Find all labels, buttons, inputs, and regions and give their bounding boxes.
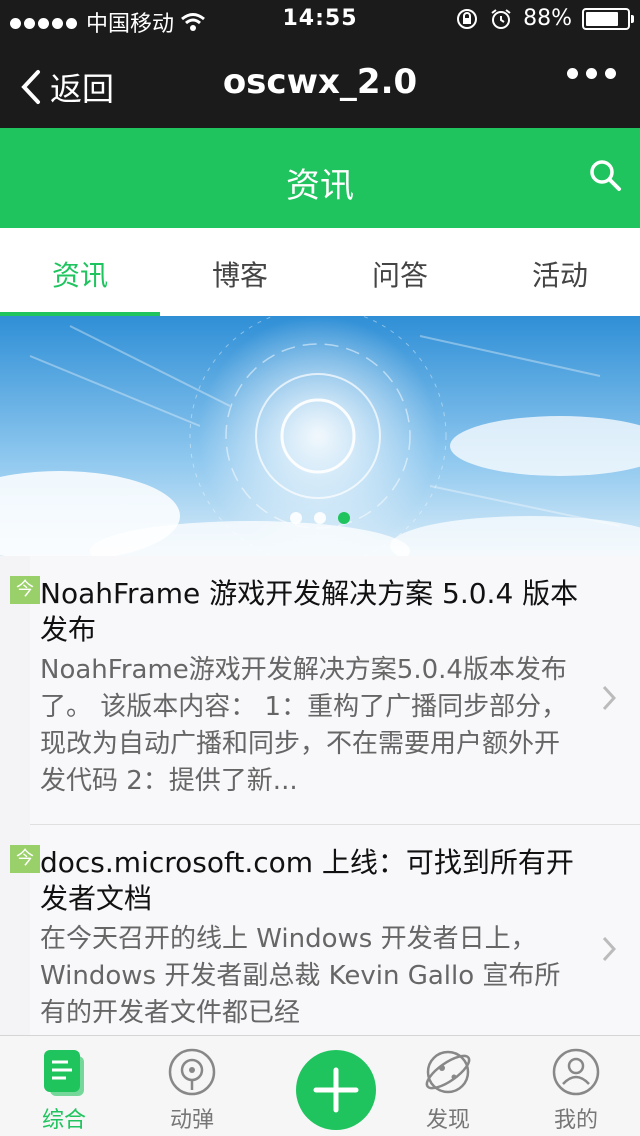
tab-qa[interactable]: 问答 — [320, 228, 480, 316]
tab-events[interactable]: 活动 — [480, 228, 640, 316]
more-dot-icon — [567, 68, 578, 79]
planet-icon — [425, 1050, 471, 1094]
status-right: 88% — [455, 6, 634, 31]
search-button[interactable] — [588, 158, 622, 196]
category-tabs: 资讯 博客 问答 活动 — [0, 228, 640, 317]
more-dot-icon — [605, 68, 616, 79]
battery-percent: 88% — [523, 6, 572, 31]
pager-dot[interactable] — [314, 512, 326, 524]
battery-fill — [586, 11, 618, 26]
news-title: docs.microsoft.com 上线：可找到所有开发者文档 — [40, 846, 574, 915]
list-item[interactable]: 今 NoahFrame 游戏开发解决方案 5.0.4 版本发布 NoahFram… — [10, 556, 640, 825]
add-button[interactable] — [296, 1050, 376, 1130]
bottom-tab-me[interactable]: 我的 — [516, 1036, 636, 1136]
bottom-tab-tweet[interactable]: 动弹 — [132, 1036, 252, 1136]
banner-carousel[interactable] — [0, 316, 640, 556]
news-summary: NoahFrame游戏开发解决方案5.0.4版本发布了。 该版本内容： 1：重构… — [40, 655, 568, 796]
bottom-tab-label: 动弹 — [169, 1108, 214, 1133]
tab-blog[interactable]: 博客 — [160, 228, 320, 316]
nav-bar: 返回 oscwx_2.0 — [0, 40, 640, 128]
news-title: NoahFrame 游戏开发解决方案 5.0.4 版本发布 — [40, 577, 579, 646]
rotation-lock-icon — [457, 8, 478, 29]
status-bar: 中国移动 14:55 88% — [0, 0, 640, 40]
news-list: 今 NoahFrame 游戏开发解决方案 5.0.4 版本发布 NoahFram… — [0, 556, 640, 1057]
list-item[interactable]: 今 docs.microsoft.com 上线：可找到所有开发者文档 在今天召开… — [10, 825, 640, 1057]
today-badge: 今 — [10, 576, 40, 604]
news-summary: 在今天召开的线上 Windows 开发者日上，Windows 开发者副总裁 Ke… — [40, 924, 561, 1028]
battery-icon — [582, 7, 634, 30]
more-button[interactable] — [567, 68, 616, 79]
bottom-tab-label: 综合 — [41, 1108, 86, 1133]
chevron-right-icon — [602, 685, 616, 710]
chevron-right-icon — [602, 936, 616, 961]
more-dot-icon — [586, 68, 597, 79]
search-icon — [590, 160, 621, 191]
app-header: 资讯 — [0, 128, 640, 228]
document-icon — [44, 1050, 84, 1096]
bottom-tab-label: 发现 — [425, 1108, 470, 1133]
pager-dot[interactable] — [290, 512, 302, 524]
banner-pager — [0, 509, 640, 528]
today-badge: 今 — [10, 845, 40, 873]
plus-icon — [313, 1067, 359, 1113]
page-title: 资讯 — [286, 166, 354, 206]
bottom-tab-bar: 综合 动弹 发现 我的 — [0, 1035, 640, 1136]
speech-icon — [168, 1048, 216, 1096]
bottom-tab-label: 我的 — [553, 1108, 598, 1133]
bottom-tab-general[interactable]: 综合 — [4, 1036, 124, 1136]
nav-title: oscwx_2.0 — [222, 62, 418, 102]
alarm-icon — [491, 8, 511, 29]
pager-dot[interactable] — [338, 512, 350, 524]
tab-news[interactable]: 资讯 — [0, 228, 160, 317]
bottom-tab-discover[interactable]: 发现 — [388, 1036, 508, 1136]
user-icon — [552, 1048, 600, 1096]
